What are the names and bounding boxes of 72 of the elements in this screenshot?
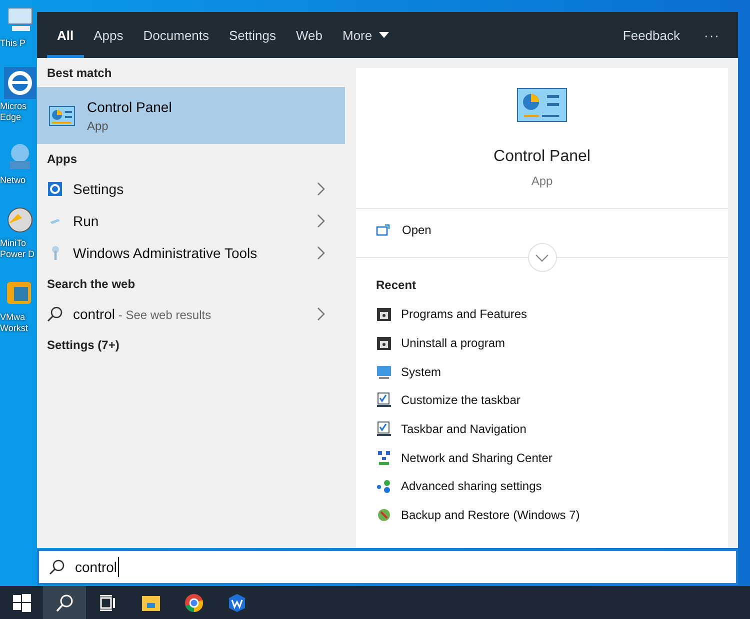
best-match-item[interactable]: Control Panel App [37,87,345,144]
web-result-item[interactable]: control - See web results [37,298,345,330]
chevron-right-icon [317,182,325,196]
open-icon [376,224,390,236]
gear-icon [47,181,63,197]
more-options-button[interactable]: ··· [692,12,738,58]
checklist-icon [376,392,392,408]
section-heading: Best match [46,65,113,82]
desktop-icon-label: Netwo [0,175,26,186]
result-title: Control Panel [87,98,172,114]
expand-button[interactable] [528,243,556,272]
section-heading[interactable]: Settings (7+) [37,330,345,359]
w-logo-icon [226,592,246,612]
filter-tab[interactable]: Settings [219,12,286,58]
desktop-icon-label: Micros [0,101,26,112]
open-action[interactable]: Open [376,223,432,237]
filter-tab[interactable]: Documents [133,12,220,58]
recent-item[interactable]: Customize the taskbar [376,386,708,415]
filter-tab[interactable]: Web [286,12,332,58]
desktop-icon-label: VMwa [0,312,26,323]
result-type: App [87,118,110,132]
search-button[interactable] [43,586,86,619]
chevron-right-icon [317,246,325,260]
checklist-icon [376,421,392,438]
recent-item[interactable]: Taskbar and Navigation [376,414,708,444]
app-result-item[interactable]: Settings [37,173,345,205]
task-view-icon [98,592,118,612]
backup-icon [376,507,392,524]
browser-icon[interactable] [4,67,36,99]
share-icon [376,478,392,494]
result-label: Windows Administrative Tools [73,245,258,261]
recent-item[interactable]: System [376,357,708,386]
recent-heading: Recent [376,278,418,292]
desktop-icon-label: Edge [0,112,22,123]
result-label: Settings [73,181,125,197]
preview-title: Control Panel [494,148,590,166]
recent-item[interactable]: Backup and Restore (Windows 7) [376,500,708,530]
feedback-button[interactable]: Feedback [610,12,692,58]
search-field[interactable]: control [37,549,738,585]
control-panel-icon [517,88,567,122]
installer-icon [376,306,392,322]
tools-icon [52,246,58,260]
recent-item[interactable]: Advanced sharing settings [376,472,708,501]
browser-icon [184,592,204,612]
chevron-down-icon [535,254,549,262]
desktop-icon-label: MiniTo [0,238,26,249]
chevron-right-icon [317,307,325,321]
search-icon [47,306,63,322]
monitor-icon [376,364,392,380]
filter-tab[interactable]: More [332,12,400,58]
desktop-icon-label: Power D [0,249,35,260]
recent-item[interactable]: Network and Sharing Center [376,443,708,472]
network-icon [376,450,392,466]
result-label: control - See web results [73,306,212,322]
section-heading: Apps [46,151,78,168]
result-label: Run [73,213,100,229]
recent-item[interactable]: Programs and Features [376,300,708,329]
run-icon [50,218,60,224]
filter-tab[interactable]: Apps [84,12,134,58]
desktop-icon-label: This P [0,38,26,49]
recent-item[interactable]: Uninstall a program [376,328,708,358]
control-panel-icon [49,106,75,126]
search-icon [49,559,65,575]
preview-type: App [531,174,553,188]
windows-logo-icon [12,592,32,612]
app-result-item[interactable]: Run [37,205,345,237]
chevron-right-icon [317,214,325,228]
app-result-item[interactable]: Windows Administrative Tools [37,237,345,269]
desktop-icon-label: Workst [0,323,28,334]
section-heading: Search the web [46,276,136,293]
installer-icon [376,335,392,352]
search-icon [54,592,74,612]
